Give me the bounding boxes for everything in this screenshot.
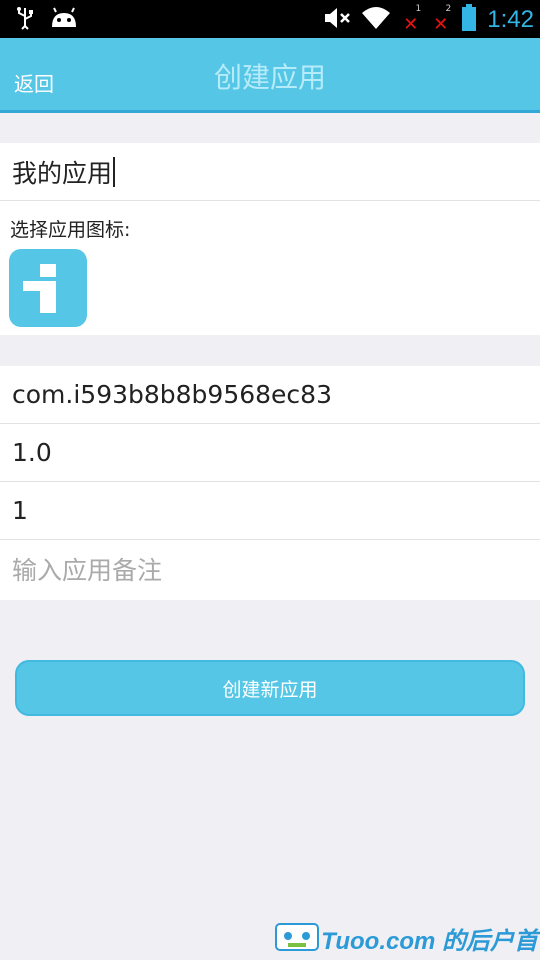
app-details-card: com.i593b8b8b9568ec83 1.0 1 输入应用备注 bbox=[0, 366, 540, 600]
cassette-logo-icon bbox=[275, 922, 320, 955]
no-signal-x-icon: ✕ bbox=[433, 14, 449, 35]
app-name-field[interactable]: 我的应用 bbox=[0, 143, 540, 201]
remark-placeholder: 输入应用备注 bbox=[12, 556, 163, 585]
version-name-value: 1.0 bbox=[12, 438, 52, 467]
sim2-number: 2 bbox=[445, 4, 452, 14]
status-bar-left bbox=[14, 6, 78, 34]
version-name-field[interactable]: 1.0 bbox=[0, 424, 540, 482]
clock: 1:42 bbox=[487, 6, 534, 33]
package-name-value: com.i593b8b8b9568ec83 bbox=[12, 380, 332, 409]
create-app-button[interactable]: 创建新应用 bbox=[15, 660, 525, 716]
version-code-value: 1 bbox=[12, 496, 28, 525]
status-bar-right: 1 ✕ 2 ✕ 1:42 bbox=[323, 4, 534, 36]
no-signal-x-icon: ✕ bbox=[403, 14, 419, 35]
page-title: 创建应用 bbox=[213, 61, 326, 94]
mute-icon bbox=[323, 5, 351, 35]
usb-icon bbox=[14, 6, 36, 34]
sim2-signal-icon: 2 ✕ bbox=[431, 4, 452, 35]
status-bar: 1 ✕ 2 ✕ 1:42 bbox=[0, 0, 540, 38]
battery-icon bbox=[461, 4, 477, 36]
title-bar: 返回 创建应用 bbox=[0, 38, 540, 113]
watermark-text: Tuoo.com 的后户首 bbox=[321, 928, 538, 955]
wifi-icon bbox=[361, 5, 391, 35]
app-info-card: 我的应用 选择应用图标: bbox=[0, 143, 540, 335]
text-cursor bbox=[113, 156, 116, 187]
package-name-field[interactable]: com.i593b8b8b9568ec83 bbox=[0, 366, 540, 424]
sim1-signal-icon: 1 ✕ bbox=[401, 4, 422, 35]
icon-select-label: 选择应用图标: bbox=[10, 219, 131, 241]
info-i-icon bbox=[23, 264, 56, 313]
remark-input[interactable]: 输入应用备注 bbox=[0, 540, 540, 598]
app-icon-picker[interactable] bbox=[9, 249, 87, 327]
watermark: Tuoo.com 的后户首 bbox=[275, 921, 538, 956]
app-name-value: 我的应用 bbox=[12, 158, 113, 188]
version-code-field[interactable]: 1 bbox=[0, 482, 540, 540]
android-icon bbox=[50, 7, 78, 33]
sim1-number: 1 bbox=[415, 4, 422, 14]
